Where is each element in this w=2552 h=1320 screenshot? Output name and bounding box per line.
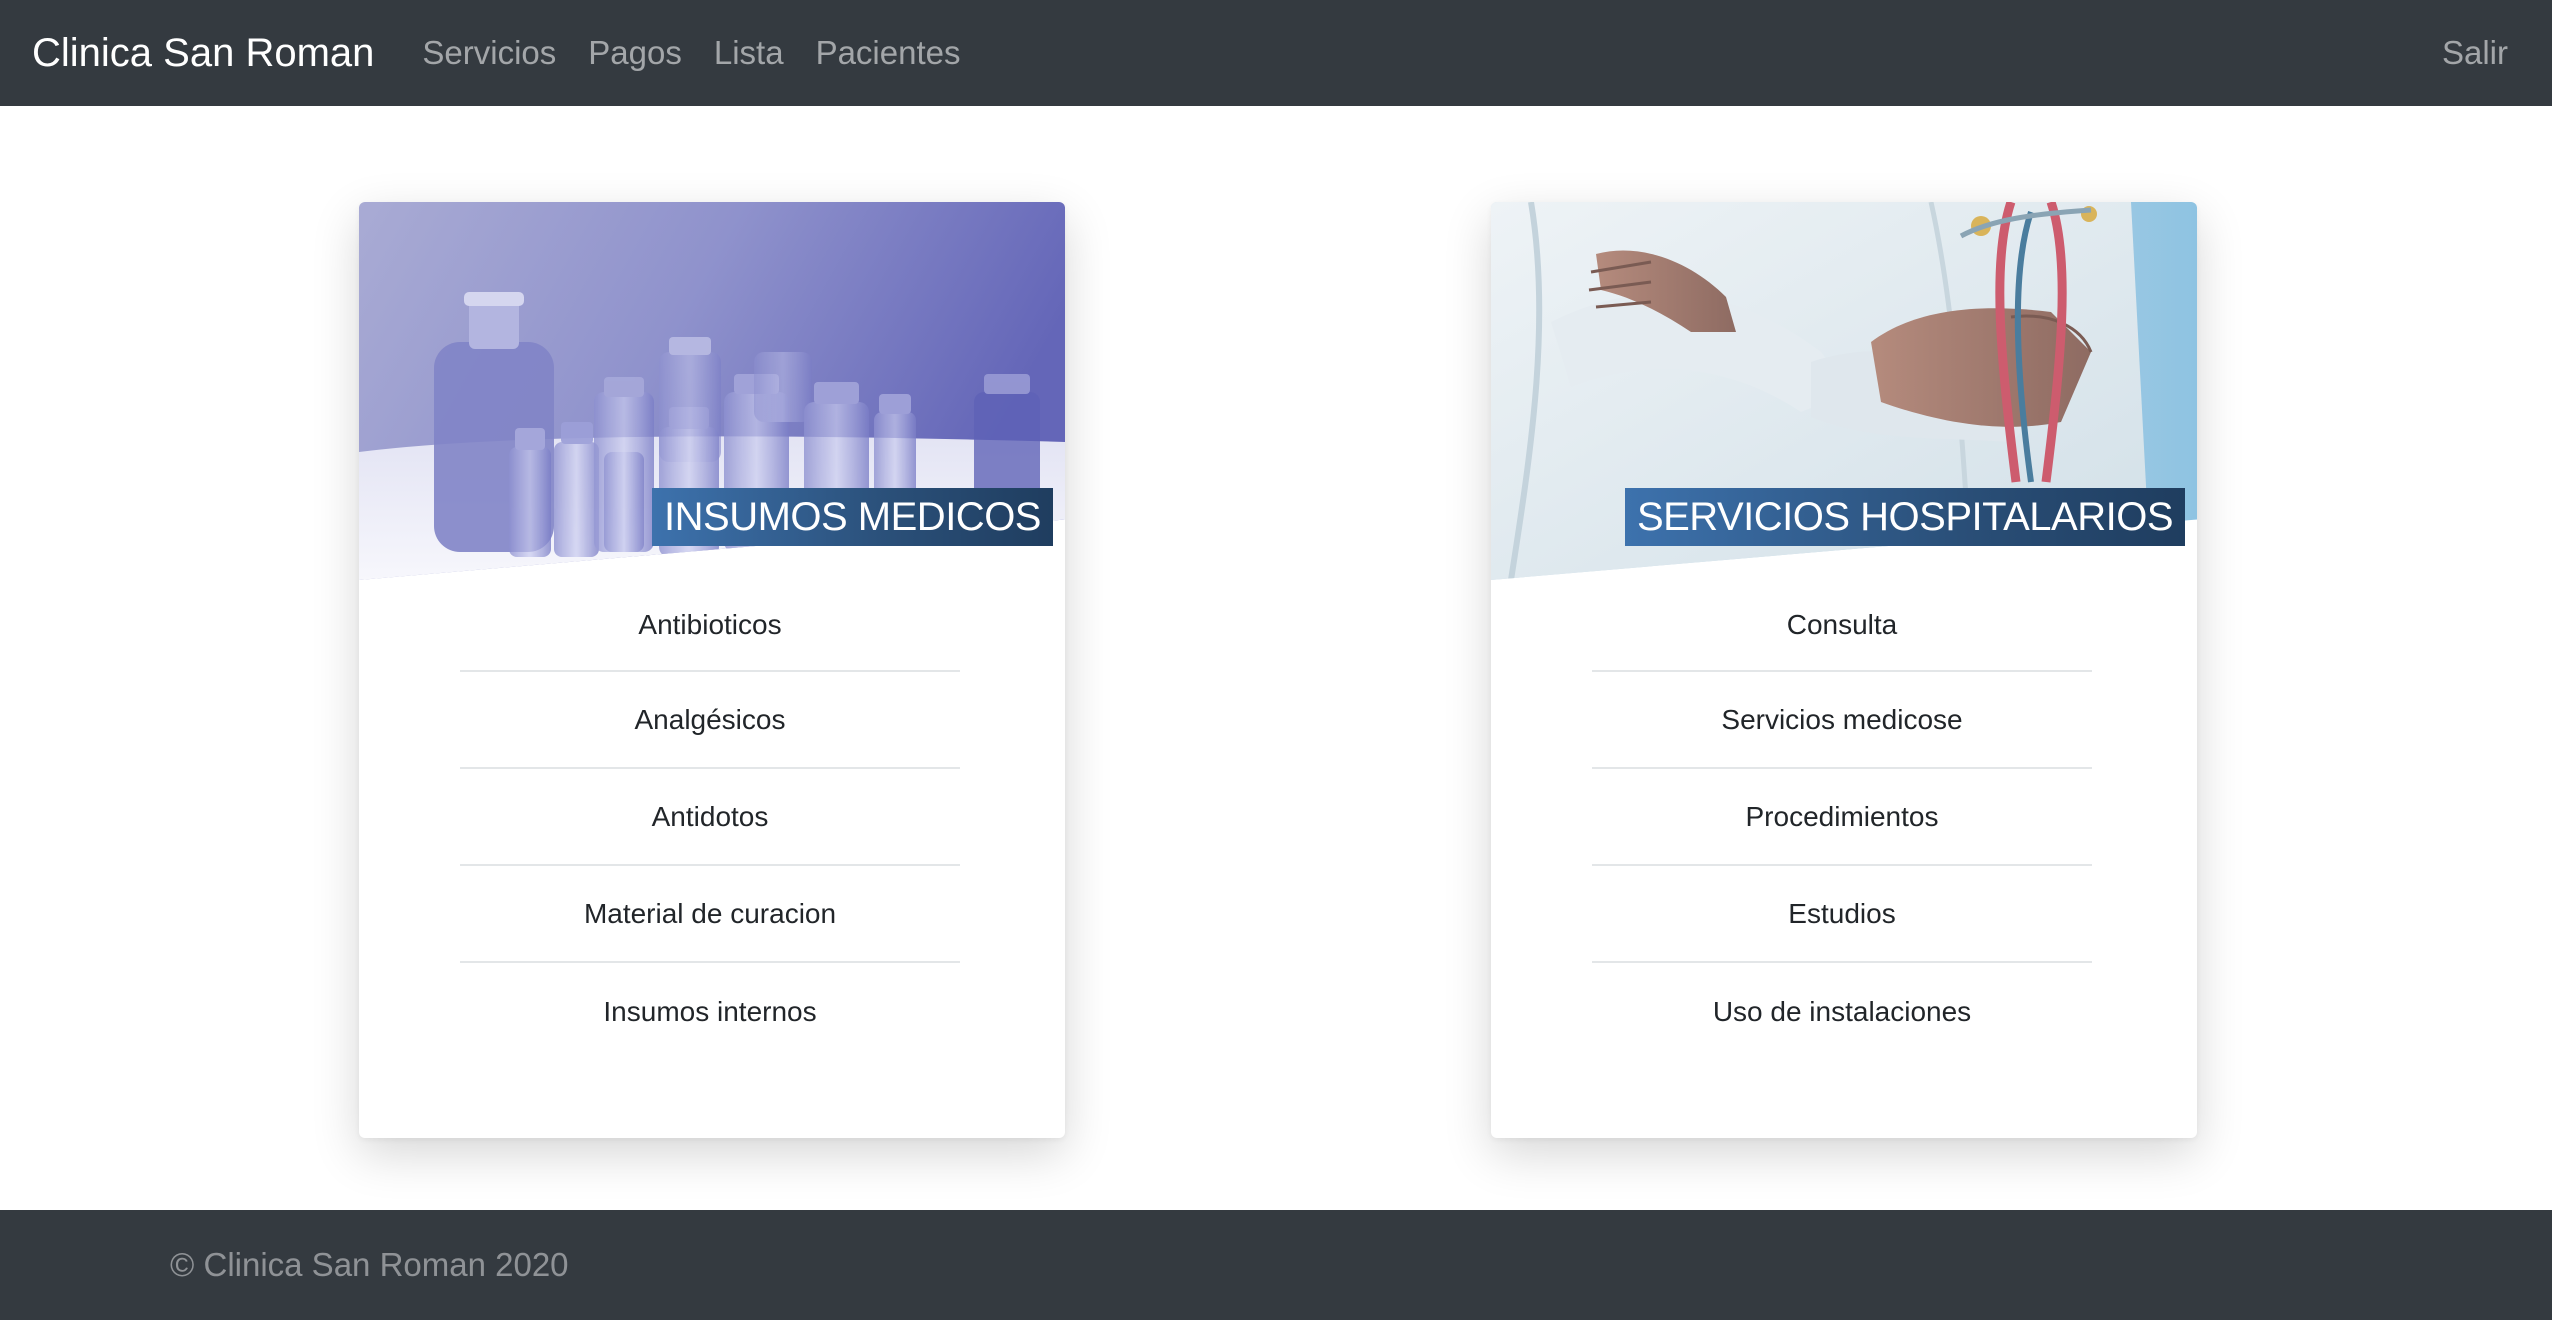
insumos-menu-list: Antibioticos Analgésicos Antidotos Mater… <box>460 580 960 1060</box>
nav-link-servicios[interactable]: Servicios <box>422 34 556 72</box>
menu-item-insumos-internos[interactable]: Insumos internos <box>460 963 960 1060</box>
menu-item-material-de-curacion[interactable]: Material de curacion <box>460 866 960 963</box>
logout-link[interactable]: Salir <box>2442 34 2508 72</box>
card-hero: INSUMOS MEDICOS <box>359 202 1065 580</box>
insumos-medicos-card: INSUMOS MEDICOS Antibioticos Analgésicos… <box>359 202 1065 1138</box>
nav-links: Servicios Pagos Lista Pacientes <box>422 34 992 72</box>
servicios-hospitalarios-card: SERVICIOS HOSPITALARIOS Consulta Servici… <box>1491 202 2197 1138</box>
nav-link-pacientes[interactable]: Pacientes <box>816 34 961 72</box>
menu-item-estudios[interactable]: Estudios <box>1592 866 2092 963</box>
page-footer: © Clinica San Roman 2020 <box>0 1210 2552 1320</box>
card-hero: SERVICIOS HOSPITALARIOS <box>1491 202 2197 580</box>
menu-item-antibioticos[interactable]: Antibioticos <box>460 580 960 672</box>
menu-item-uso-de-instalaciones[interactable]: Uso de instalaciones <box>1592 963 2092 1060</box>
menu-item-analgesicos[interactable]: Analgésicos <box>460 672 960 769</box>
menu-item-antidotos[interactable]: Antidotos <box>460 769 960 866</box>
top-navbar: Clinica San Roman Servicios Pagos Lista … <box>0 0 2552 106</box>
card-title: SERVICIOS HOSPITALARIOS <box>1624 488 2185 546</box>
servicios-menu-list: Consulta Servicios medicose Procedimient… <box>1592 580 2092 1060</box>
nav-link-lista[interactable]: Lista <box>714 34 784 72</box>
copyright-text: © Clinica San Roman 2020 <box>170 1246 569 1283</box>
brand-logo-link[interactable]: Clinica San Roman <box>32 31 374 76</box>
card-title: INSUMOS MEDICOS <box>652 488 1053 546</box>
nav-link-pagos[interactable]: Pagos <box>588 34 682 72</box>
menu-item-servicios-medicose[interactable]: Servicios medicose <box>1592 672 2092 769</box>
menu-item-consulta[interactable]: Consulta <box>1592 580 2092 672</box>
menu-item-procedimientos[interactable]: Procedimientos <box>1592 769 2092 866</box>
